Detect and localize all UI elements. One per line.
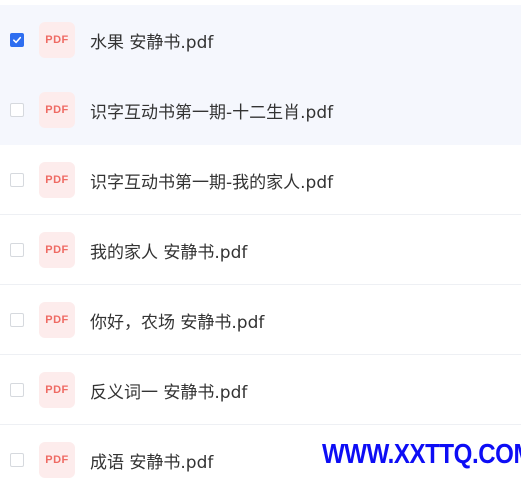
pdf-badge-label: PDF (45, 454, 69, 466)
pdf-file-icon: PDF (39, 22, 75, 58)
pdf-file-icon: PDF (39, 92, 75, 128)
file-row[interactable]: PDF 我的家人 安静书.pdf (0, 215, 521, 285)
file-checkbox[interactable] (10, 173, 24, 187)
file-name[interactable]: 我的家人 安静书.pdf (90, 238, 247, 263)
file-name[interactable]: 反义词一 安静书.pdf (90, 378, 247, 403)
pdf-badge-label: PDF (45, 104, 69, 116)
file-name[interactable]: 识字互动书第一期-十二生肖.pdf (90, 98, 333, 123)
pdf-badge-label: PDF (45, 174, 69, 186)
file-checkbox[interactable] (10, 33, 24, 47)
pdf-badge-label: PDF (45, 244, 69, 256)
file-name[interactable]: 你好，农场 安静书.pdf (90, 308, 264, 333)
file-row[interactable]: PDF 反义词一 安静书.pdf (0, 355, 521, 425)
file-name[interactable]: 识字互动书第一期-我的家人.pdf (90, 168, 333, 193)
file-checkbox[interactable] (10, 243, 24, 257)
pdf-file-icon: PDF (39, 232, 75, 268)
file-list: PDF 水果 安静书.pdf PDF 识字互动书第一期-十二生肖.pdf PDF… (0, 0, 521, 479)
pdf-file-icon: PDF (39, 372, 75, 408)
pdf-badge-label: PDF (45, 384, 69, 396)
file-row[interactable]: PDF 识字互动书第一期-十二生肖.pdf (0, 75, 521, 145)
pdf-badge-label: PDF (45, 314, 69, 326)
file-row[interactable]: PDF 水果 安静书.pdf (0, 5, 521, 75)
checkmark-icon (13, 36, 22, 44)
file-row[interactable]: PDF 识字互动书第一期-我的家人.pdf (0, 145, 521, 215)
file-name[interactable]: 成语 安静书.pdf (90, 448, 213, 473)
file-checkbox[interactable] (10, 313, 24, 327)
file-checkbox[interactable] (10, 383, 24, 397)
pdf-file-icon: PDF (39, 162, 75, 198)
pdf-file-icon: PDF (39, 442, 75, 478)
file-checkbox[interactable] (10, 103, 24, 117)
pdf-file-icon: PDF (39, 302, 75, 338)
file-name[interactable]: 水果 安静书.pdf (90, 28, 213, 53)
file-checkbox[interactable] (10, 453, 24, 467)
pdf-badge-label: PDF (45, 34, 69, 46)
file-row[interactable]: PDF 你好，农场 安静书.pdf (0, 285, 521, 355)
watermark: WWW.XXTTQ.COM (322, 438, 521, 469)
